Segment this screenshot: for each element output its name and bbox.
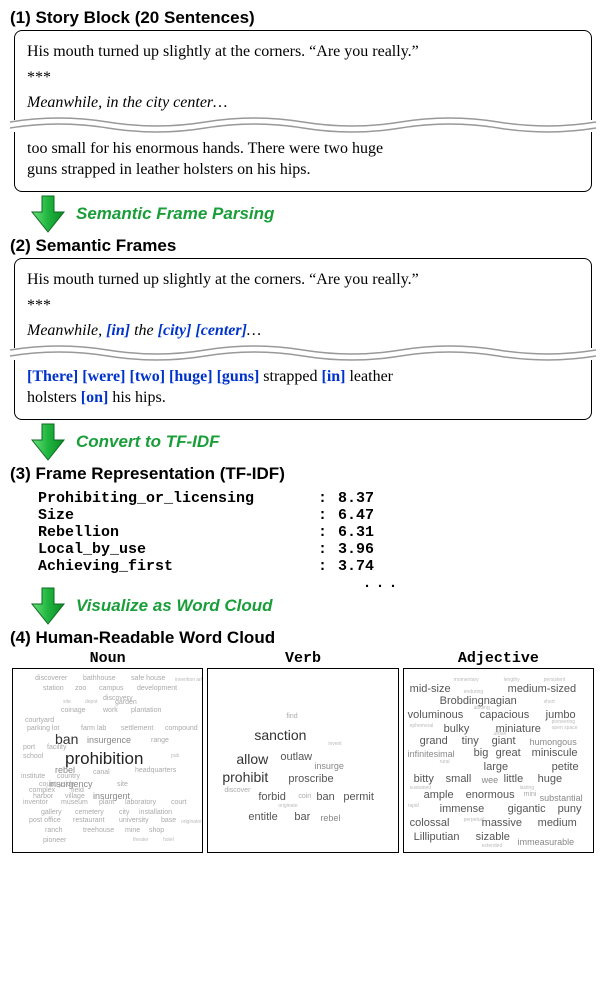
semantic-box-top: His mouth turned up slightly at the corn… [14, 258, 592, 348]
frame-token-in2: in [327, 368, 340, 385]
section-3-title: (3) Frame Representation (TF-IDF) [10, 464, 596, 484]
frame-token-in: in [111, 322, 124, 339]
wave-cut-1 [10, 114, 596, 136]
sem-line-2: Meanwhile, [in] the [city] [center]… [27, 320, 579, 342]
frame-token-city: city [163, 322, 186, 339]
tfidf-row: Rebellion:6.31 [38, 524, 586, 541]
semantic-box-bottom: [There] [were] [two] [huge] [guns] strap… [14, 360, 592, 420]
section-4-title: (4) Human-Readable Word Cloud [10, 628, 596, 648]
section-2-title: (2) Semantic Frames [10, 236, 596, 256]
story-line-1: His mouth turned up slightly at the corn… [27, 41, 579, 63]
sem-asterisks: *** [27, 295, 579, 317]
story-line-3b: guns strapped in leather holsters on his… [27, 159, 579, 181]
arrow-3-row: Visualize as Word Cloud [30, 586, 596, 626]
wordcloud-verb-head: Verb [285, 650, 321, 667]
story-line-2: Meanwhile, in the city center… [27, 92, 579, 114]
frame-token-huge: huge [174, 368, 207, 385]
wave-cut-2 [10, 342, 596, 364]
frame-token-on: on [86, 389, 103, 406]
sem-line-4: holsters [on] his hips. [27, 387, 579, 409]
wordcloud-adj-box: momentary lengthy persistent mid-size me… [403, 668, 594, 853]
wordcloud-verb-box: find sanction invent allow outlaw insurg… [207, 668, 398, 853]
frame-token-two: two [135, 368, 160, 385]
section-1-title: (1) Story Block (20 Sentences) [10, 8, 596, 28]
wordcloud-noun-box: discoverer bathhouse safe house inventio… [12, 668, 203, 853]
story-asterisks: *** [27, 67, 579, 89]
arrow-2-label: Convert to TF-IDF [76, 432, 220, 452]
frame-token-there: There [32, 368, 73, 385]
sem-line-1: His mouth turned up slightly at the corn… [27, 269, 579, 291]
wordcloud-adj-col: Adjective momentary lengthy persistent m… [403, 650, 594, 853]
wordcloud-noun-col: Noun discoverer bathhouse safe house inv… [12, 650, 203, 853]
wordcloud-noun-head: Noun [90, 650, 126, 667]
story-line-3a: too small for his enormous hands. There … [27, 138, 579, 160]
arrow-2-row: Convert to TF-IDF [30, 422, 596, 462]
wordcloud-row: Noun discoverer bathhouse safe house inv… [12, 650, 594, 853]
story-block-box-top: His mouth turned up slightly at the corn… [14, 30, 592, 120]
arrow-down-icon [30, 586, 66, 626]
tfidf-row: Achieving_first:3.74 [38, 558, 586, 575]
wordcloud-adj-head: Adjective [458, 650, 539, 667]
arrow-down-icon [30, 422, 66, 462]
wordcloud-verb-col: Verb find sanction invent allow outlaw i… [207, 650, 398, 853]
tfidf-row: Prohibiting_or_licensing:8.37 [38, 490, 586, 507]
arrow-3-label: Visualize as Word Cloud [76, 596, 272, 616]
sem-line-3: [There] [were] [two] [huge] [guns] strap… [27, 366, 579, 388]
arrow-1-row: Semantic Frame Parsing [30, 194, 596, 234]
story-block-box-bottom: too small for his enormous hands. There … [14, 132, 592, 192]
tfidf-row: Local_by_use:3.96 [38, 541, 586, 558]
arrow-down-icon [30, 194, 66, 234]
tfidf-table: Prohibiting_or_licensing:8.37 Size:6.47 … [38, 490, 586, 592]
frame-token-guns: guns [222, 368, 254, 385]
frame-token-were: were [88, 368, 121, 385]
tfidf-row: Size:6.47 [38, 507, 586, 524]
arrow-1-label: Semantic Frame Parsing [76, 204, 274, 224]
frame-token-center: center [201, 322, 242, 339]
